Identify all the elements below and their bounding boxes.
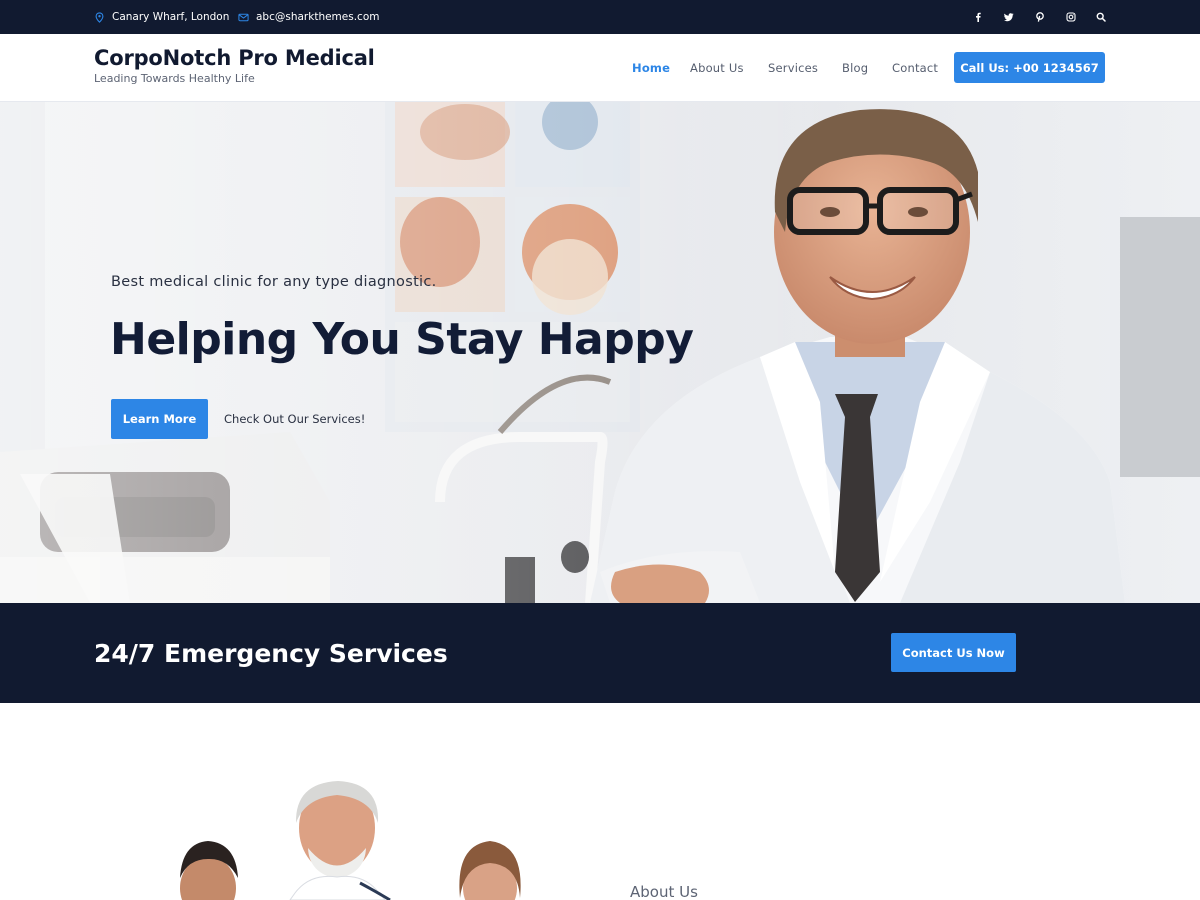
pinterest-icon[interactable] <box>1032 0 1048 34</box>
emergency-banner: 24/7 Emergency Services Contact Us Now <box>0 603 1200 703</box>
site-tagline: Leading Towards Healthy Life <box>94 72 255 85</box>
search-icon[interactable] <box>1093 0 1109 34</box>
about-section: About Us <box>0 703 1200 900</box>
location-text: Canary Wharf, London <box>112 11 230 23</box>
nav-item-blog[interactable]: Blog <box>842 34 868 102</box>
about-us-label: About Us <box>630 883 698 900</box>
facebook-icon[interactable] <box>970 0 986 34</box>
top-bar: Canary Wharf, London abc@sharkthemes.com <box>0 0 1200 34</box>
site-title[interactable]: CorpoNotch Pro Medical <box>94 46 375 70</box>
map-pin-icon <box>95 11 104 23</box>
nav-item-services[interactable]: Services <box>768 34 818 102</box>
envelope-icon <box>238 13 249 21</box>
nav-item-contact[interactable]: Contact <box>892 34 938 102</box>
email-info[interactable]: abc@sharkthemes.com <box>238 0 379 34</box>
hero-title: Helping You Stay Happy <box>110 314 694 365</box>
call-us-button[interactable]: Call Us: +00 1234567 <box>954 52 1105 83</box>
location-info: Canary Wharf, London <box>94 0 229 34</box>
nav-item-home[interactable]: Home <box>632 34 670 102</box>
check-services-link[interactable]: Check Out Our Services! <box>224 399 365 439</box>
learn-more-button[interactable]: Learn More <box>111 399 208 439</box>
site-header: CorpoNotch Pro Medical Leading Towards H… <box>0 34 1200 102</box>
nav-item-about[interactable]: About Us <box>690 34 744 102</box>
email-text[interactable]: abc@sharkthemes.com <box>256 11 379 23</box>
hero-subtitle: Best medical clinic for any type diagnos… <box>111 274 437 290</box>
instagram-icon[interactable] <box>1063 0 1079 34</box>
team-photo <box>180 781 521 900</box>
contact-us-now-button[interactable]: Contact Us Now <box>891 633 1016 672</box>
emergency-title: 24/7 Emergency Services <box>94 638 448 668</box>
twitter-icon[interactable] <box>1001 0 1017 34</box>
hero-banner: Best medical clinic for any type diagnos… <box>0 102 1200 603</box>
